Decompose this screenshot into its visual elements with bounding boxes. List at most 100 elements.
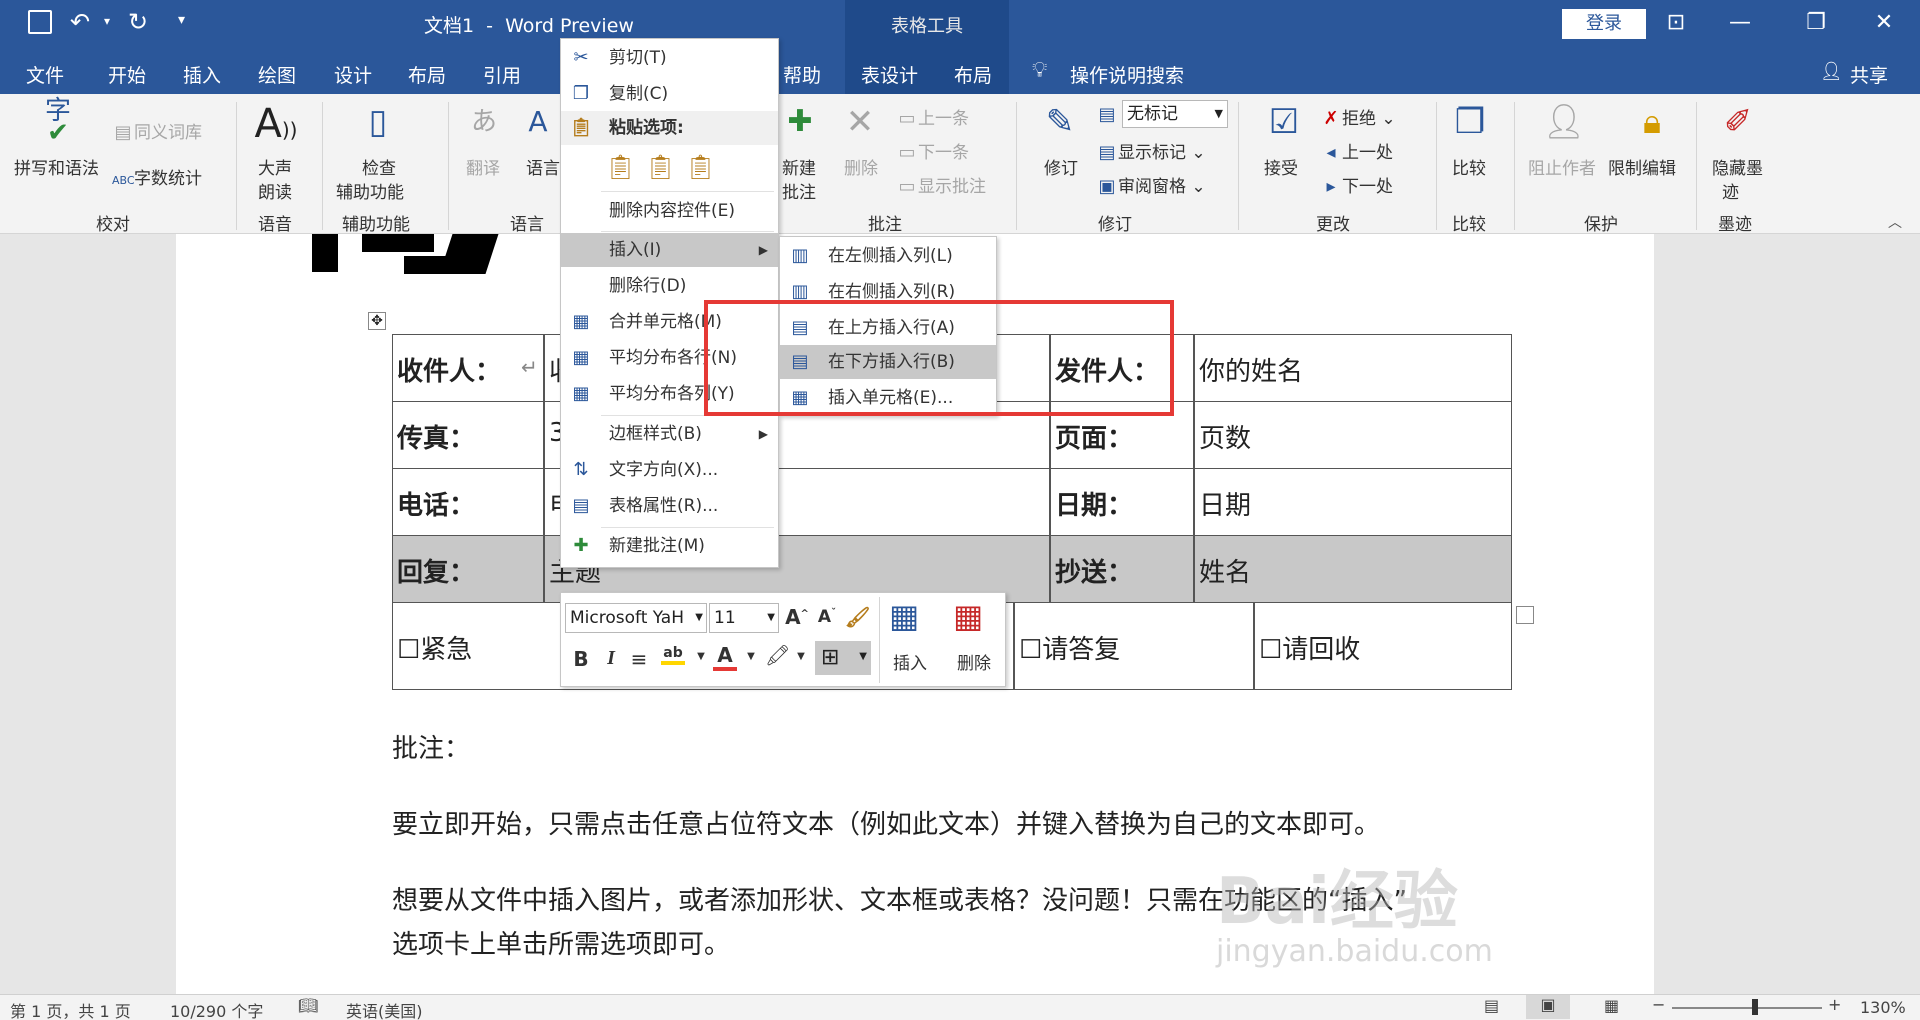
next-change-button[interactable]: ▸ 下一处: [1320, 172, 1393, 197]
print-layout-icon[interactable]: ▣: [1526, 995, 1570, 1019]
tab-layout[interactable]: 布局: [408, 61, 446, 88]
font-color-dropdown-icon[interactable]: ▼: [739, 651, 763, 662]
zoom-level[interactable]: 130%: [1860, 998, 1906, 1017]
read-aloud-label-2[interactable]: 朗读: [258, 178, 292, 203]
menu-table-properties[interactable]: ▤ 表格属性(R)...: [561, 489, 778, 523]
table-cell-selected[interactable]: 回复：: [392, 535, 544, 603]
markup-dropdown[interactable]: 无标记 ▼: [1122, 100, 1228, 128]
tab-home[interactable]: 开始: [108, 61, 146, 88]
shading-icon[interactable]: 🖍︎: [765, 643, 790, 667]
compare-button[interactable]: 比较: [1452, 154, 1486, 179]
accept-button[interactable]: 接受: [1264, 154, 1298, 179]
minimize-icon[interactable]: —: [1722, 8, 1758, 38]
delete-button[interactable]: 删除: [957, 649, 991, 674]
redo-icon[interactable]: ↻: [128, 8, 148, 36]
save-icon[interactable]: [28, 10, 52, 34]
show-markup-button[interactable]: ▤ 显示标记 ⌄: [1096, 138, 1205, 163]
new-comment-label-1[interactable]: 新建: [782, 154, 816, 179]
web-layout-icon[interactable]: ▦: [1604, 996, 1619, 1015]
zoom-out-icon[interactable]: −: [1652, 995, 1665, 1014]
delete-table-icon[interactable]: ▦: [953, 597, 983, 635]
table-move-handle-icon[interactable]: ✥: [368, 312, 386, 330]
collapse-ribbon-icon[interactable]: ︿: [1888, 212, 1902, 232]
menu-cut[interactable]: ✂ 剪切(T): [561, 41, 778, 75]
check-accessibility-label-2[interactable]: 辅助功能: [336, 178, 404, 203]
borders-button[interactable]: ⊞ ▼: [815, 641, 871, 675]
highlight-color-icon[interactable]: ab: [661, 645, 685, 665]
menu-delete-content-control[interactable]: 删除内容控件(E): [561, 194, 778, 228]
font-name-dropdown[interactable]: Microsoft YaH ▼: [565, 603, 707, 633]
new-comment-label-2[interactable]: 批注: [782, 178, 816, 203]
login-button[interactable]: 登录: [1562, 9, 1646, 39]
zoom-slider[interactable]: [1672, 1007, 1822, 1009]
spelling-grammar-button[interactable]: 拼写和语法: [14, 154, 99, 179]
table-cell[interactable]: 你的姓名: [1194, 334, 1512, 402]
read-aloud-label-1[interactable]: 大声: [258, 154, 292, 179]
highlight-dropdown-icon[interactable]: ▼: [689, 651, 713, 662]
undo-dropdown-icon[interactable]: ▾: [104, 14, 110, 28]
previous-change-button[interactable]: ◂ 上一处: [1320, 138, 1393, 163]
close-icon[interactable]: ✕: [1866, 8, 1902, 38]
hide-ink-label-2[interactable]: 迹: [1722, 178, 1739, 203]
read-mode-icon[interactable]: ▤: [1484, 996, 1499, 1015]
table-cell[interactable]: 收件人： ↵: [392, 334, 544, 402]
insert-table-icon[interactable]: ▦: [889, 597, 919, 635]
restrict-editing-button[interactable]: 限制编辑: [1608, 154, 1676, 179]
font-color-icon[interactable]: A: [713, 643, 737, 671]
submenu-insert-left[interactable]: ▥ 在左侧插入列(L): [780, 239, 996, 273]
proofing-status-icon[interactable]: 📖︎: [298, 996, 318, 1015]
word-count-button[interactable]: ABC字数统计: [112, 164, 202, 189]
ribbon-display-icon[interactable]: ⊡: [1658, 8, 1694, 38]
check-accessibility-label-1[interactable]: 检查: [362, 154, 396, 179]
tab-table-layout[interactable]: 布局: [954, 61, 992, 88]
page-count[interactable]: 第 1 页，共 1 页: [10, 998, 131, 1020]
customize-qat-icon[interactable]: ▾: [178, 12, 185, 28]
tab-design[interactable]: 设计: [334, 61, 372, 88]
word-count[interactable]: 10/290 个字: [170, 998, 263, 1020]
hide-ink-label-1[interactable]: 隐藏墨: [1712, 154, 1763, 179]
menu-copy[interactable]: ❐ 复制(C): [561, 77, 778, 111]
paste-option-merge-icon[interactable]: 📋︎: [645, 153, 675, 185]
table-cell[interactable]: ☐请回收: [1254, 602, 1512, 690]
shading-dropdown-icon[interactable]: ▼: [789, 651, 813, 662]
table-cell[interactable]: 日期：: [1050, 468, 1194, 536]
restore-icon[interactable]: ❐: [1798, 8, 1834, 38]
menu-delete-row[interactable]: 删除行(D): [561, 269, 778, 303]
reviewing-pane-button[interactable]: ▣ 审阅窗格 ⌄: [1096, 172, 1205, 197]
language-status[interactable]: 英语(美国): [346, 998, 423, 1020]
tab-table-design[interactable]: 表设计: [861, 61, 918, 88]
zoom-slider-thumb[interactable]: [1752, 999, 1758, 1015]
insert-button[interactable]: 插入: [893, 649, 927, 674]
grow-font-icon[interactable]: A^: [785, 605, 809, 629]
menu-new-comment[interactable]: ✚ 新建批注(M): [561, 529, 778, 563]
table-cell[interactable]: 电话：: [392, 468, 544, 536]
tab-file[interactable]: 文件: [26, 61, 64, 88]
table-cell[interactable]: 日期: [1194, 468, 1512, 536]
paste-option-text-only-icon[interactable]: 📋︎: [685, 153, 715, 185]
shrink-font-icon[interactable]: Aˇ: [815, 607, 839, 627]
italic-icon[interactable]: I: [599, 647, 623, 670]
center-align-icon[interactable]: ≡: [627, 647, 651, 671]
menu-border-styles[interactable]: 边框样式(B) ▶: [561, 417, 778, 451]
bold-icon[interactable]: B: [569, 647, 593, 671]
tab-references[interactable]: 引用: [483, 61, 521, 88]
paste-option-keep-source-icon[interactable]: 📋︎: [605, 153, 635, 185]
tab-insert[interactable]: 插入: [183, 61, 221, 88]
font-size-dropdown[interactable]: 11 ▼: [709, 603, 779, 633]
share-button[interactable]: 共享: [1850, 61, 1888, 88]
table-cell[interactable]: 传真：: [392, 401, 544, 469]
table-cell-selected[interactable]: 姓名: [1194, 535, 1512, 603]
track-changes-button[interactable]: 修订: [1044, 154, 1078, 179]
table-cell[interactable]: ☐请答复: [1014, 602, 1254, 690]
reject-button[interactable]: ✗ 拒绝 ⌄: [1320, 104, 1395, 129]
table-cell-selected[interactable]: 抄送：: [1050, 535, 1194, 603]
tab-draw[interactable]: 绘图: [258, 61, 296, 88]
zoom-in-icon[interactable]: +: [1828, 995, 1841, 1014]
table-resize-handle[interactable]: [1516, 606, 1534, 624]
undo-icon[interactable]: ↶: [70, 8, 90, 36]
tab-help[interactable]: 帮助: [783, 61, 821, 88]
format-painter-icon[interactable]: 🖌︎: [845, 605, 870, 629]
table-cell[interactable]: 页数: [1194, 401, 1512, 469]
menu-text-direction[interactable]: ⇅ 文字方向(X)...: [561, 453, 778, 487]
tell-me-search[interactable]: 操作说明搜索: [1070, 61, 1184, 88]
